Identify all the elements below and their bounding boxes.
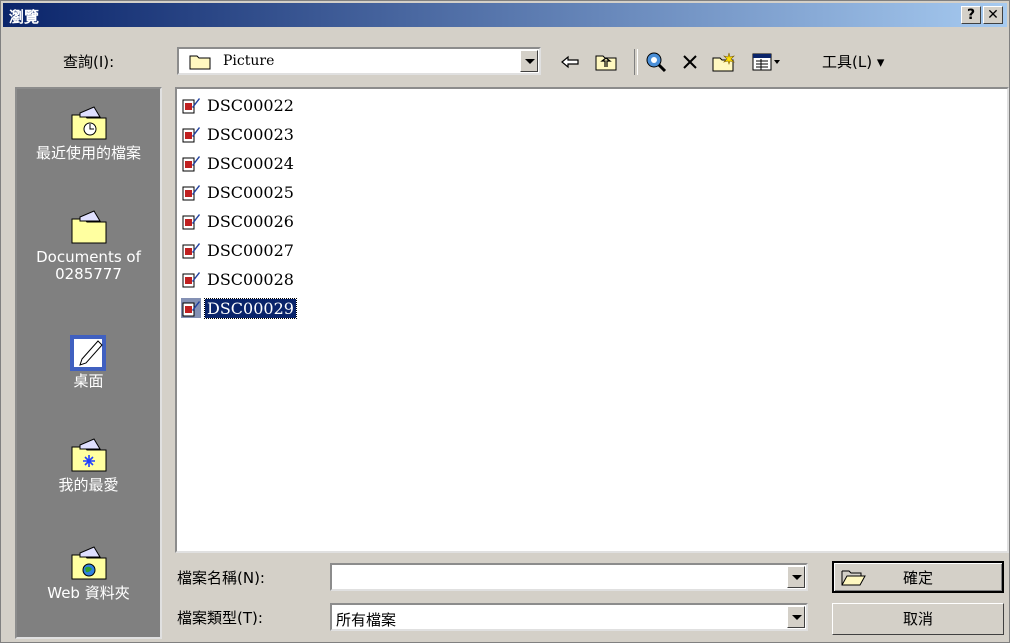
place-label: Documents of 0285777 (36, 248, 141, 283)
file-item[interactable]: DSC00022 (181, 93, 296, 117)
place-favorites[interactable]: 我的最愛 (17, 435, 160, 494)
chevron-down-icon (774, 60, 780, 64)
file-item[interactable]: DSC00025 (181, 180, 296, 204)
image-file-icon (182, 185, 200, 201)
image-file-icon (182, 214, 200, 230)
image-file-icon (182, 243, 200, 259)
file-name-label: 檔案名稱(N): (177, 569, 265, 587)
look-in-label: 查詢(I): (63, 53, 115, 71)
help-button[interactable]: ? (961, 6, 981, 24)
image-file-icon (182, 272, 200, 288)
views-button[interactable] (747, 49, 787, 75)
place-label: 最近使用的檔案 (35, 144, 141, 162)
file-name-dropdown-button[interactable] (787, 566, 805, 588)
search-web-icon (646, 52, 667, 73)
file-type-dropdown-button[interactable] (787, 606, 805, 628)
image-file-icon (182, 127, 200, 143)
title-bar[interactable]: 瀏覽 ? ✕ (3, 3, 1007, 27)
cancel-label: 取消 (902, 610, 933, 628)
toolbar-separator (634, 49, 638, 75)
favorites-icon (71, 438, 106, 472)
look-in-value: Picture (223, 53, 275, 69)
file-item[interactable]: DSC00028 (181, 267, 296, 291)
file-item[interactable]: DSC00023 (181, 122, 296, 146)
ok-label: 確定 (902, 569, 933, 587)
delete-button[interactable] (677, 49, 703, 75)
documents-folder-icon (71, 210, 106, 244)
look-in-dropdown[interactable]: Picture (177, 47, 541, 75)
tools-menu[interactable]: 工具(L) ▾ (822, 51, 884, 72)
up-one-level-button[interactable] (593, 49, 619, 75)
recent-files-icon (71, 106, 106, 140)
views-icon (752, 53, 772, 71)
search-web-button[interactable] (643, 49, 669, 75)
back-arrow-icon (561, 55, 579, 69)
ok-button[interactable]: 確定 (832, 561, 1004, 593)
back-button[interactable] (557, 49, 583, 75)
browse-dialog: 瀏覽 ? ✕ 查詢(I): Picture 工具(L) ▾ 最近使用的檔案 Do… (0, 0, 1010, 643)
new-folder-button[interactable] (711, 49, 737, 75)
up-folder-icon (595, 55, 617, 71)
file-type-value: 所有檔案 (336, 611, 397, 629)
file-type-label: 檔案類型(T): (177, 609, 263, 627)
delete-icon (683, 55, 697, 69)
file-item-selected[interactable]: DSC00029 (181, 296, 297, 320)
new-folder-icon (712, 52, 735, 72)
place-label: 我的最愛 (58, 476, 119, 494)
window-title: 瀏覽 (9, 8, 40, 26)
open-folder-icon (841, 570, 866, 586)
place-web-folders[interactable]: Web 資料夾 (17, 543, 160, 602)
image-file-icon (182, 98, 200, 114)
place-desktop[interactable]: 桌面 (17, 331, 160, 390)
file-item[interactable]: DSC00027 (181, 238, 296, 262)
close-button[interactable]: ✕ (983, 6, 1003, 24)
web-folder-icon (71, 546, 106, 580)
place-documents[interactable]: Documents of 0285777 (17, 207, 160, 283)
place-recent-files[interactable]: 最近使用的檔案 (17, 103, 160, 162)
desktop-icon (69, 335, 106, 371)
image-file-icon (181, 298, 201, 318)
file-type-dropdown[interactable]: 所有檔案 (330, 603, 808, 631)
places-bar: 最近使用的檔案 Documents of 0285777 桌面 我的最愛 Web… (15, 87, 162, 639)
place-label: 桌面 (73, 372, 104, 390)
file-item[interactable]: DSC00026 (181, 209, 296, 233)
place-label: Web 資料夾 (47, 584, 130, 602)
look-in-dropdown-button[interactable] (520, 50, 538, 72)
cancel-button[interactable]: 取消 (832, 603, 1004, 635)
image-file-icon (182, 156, 200, 172)
file-name-input[interactable] (330, 563, 808, 591)
file-list[interactable]: DSC00022 DSC00023 DSC00024 DSC00025 DSC0… (175, 87, 1009, 553)
folder-icon (189, 55, 211, 70)
file-item[interactable]: DSC00024 (181, 151, 296, 175)
